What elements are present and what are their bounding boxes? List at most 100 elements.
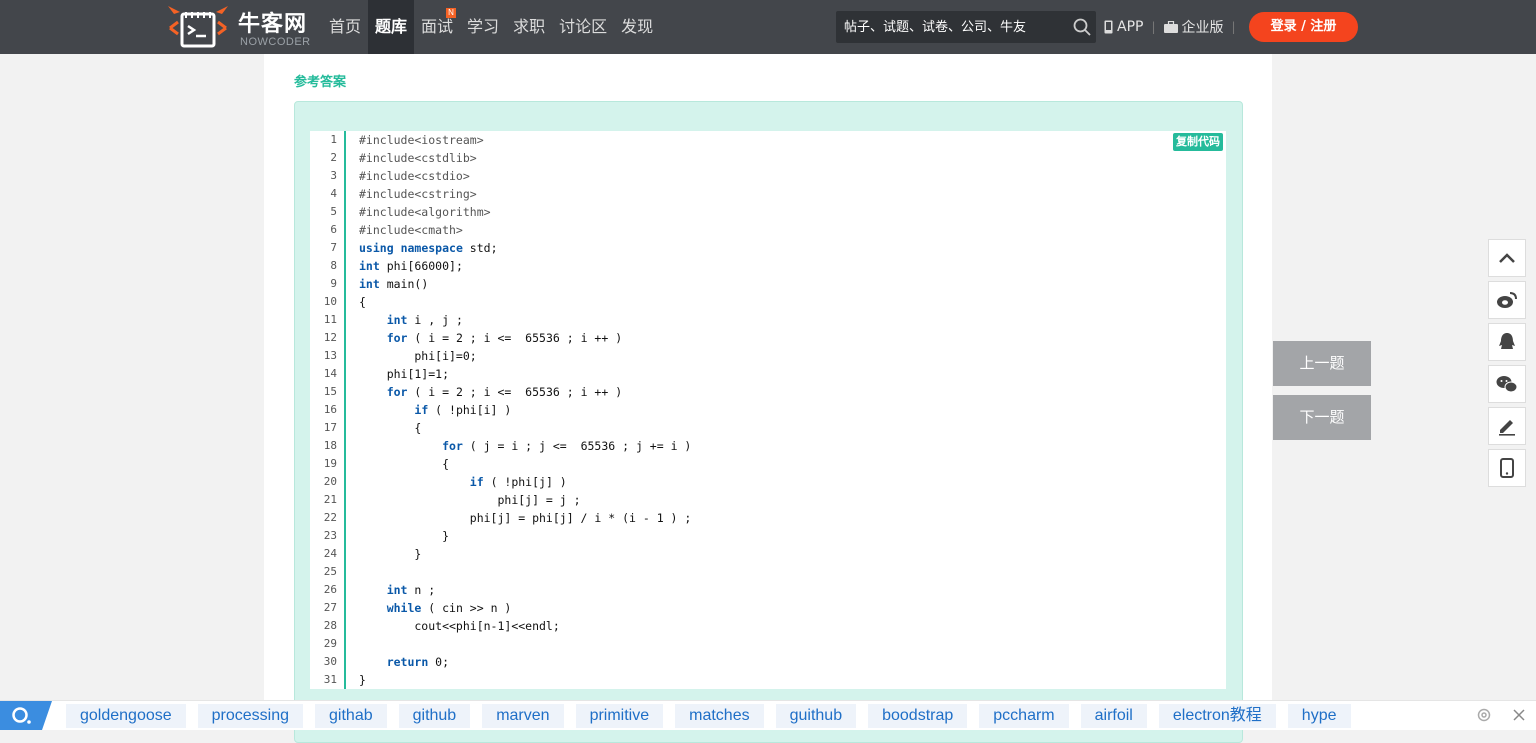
search-tag[interactable]: githab	[315, 704, 387, 728]
code-line: phi[i]=0;	[359, 349, 477, 363]
app-link[interactable]: APP	[1104, 19, 1143, 35]
briefcase-icon	[1163, 21, 1178, 33]
line-number: 11	[323, 313, 337, 326]
line-number: 30	[323, 655, 337, 668]
site-logo[interactable]: 牛客网 NOWCODER	[166, 4, 318, 50]
code-line: {	[359, 421, 422, 435]
next-question-button[interactable]: 下一题	[1273, 395, 1371, 440]
mobile-app-button[interactable]	[1488, 449, 1526, 487]
line-number: 10	[323, 295, 337, 308]
code-block[interactable]: 1 2 3 4 5 6 7 8 9 10 11 12 13 14 15 16 17 18 19 20 21 22 23 24 2…	[310, 131, 1226, 689]
search-tag[interactable]: guithub	[775, 704, 857, 728]
search-tag[interactable]: processing	[197, 704, 304, 728]
line-number: 1	[330, 133, 337, 146]
line-number: 27	[323, 601, 337, 614]
enterprise-label: 企业版	[1181, 20, 1224, 36]
code-line: #include<iostream>	[359, 133, 484, 147]
line-number: 24	[323, 547, 337, 560]
line-number: 17	[323, 421, 337, 434]
top-navbar: 牛客网 NOWCODER 首页 题库 面试N 学习 求职 讨论区 发现 APP …	[0, 0, 1536, 54]
divider: |	[1231, 20, 1236, 34]
code-line: while ( cin >> n )	[386, 601, 512, 615]
nav-label: 首页	[329, 17, 362, 36]
nav-item-discuss[interactable]: 讨论区	[552, 0, 614, 54]
app-label: APP	[1117, 19, 1144, 35]
line-number: 2	[330, 151, 337, 164]
settings-icon[interactable]	[1476, 707, 1492, 723]
search-box	[836, 11, 1096, 43]
mobile-icon	[1500, 458, 1514, 478]
line-number: 21	[323, 493, 337, 506]
line-number-gutter: 1 2 3 4 5 6 7 8 9 10 11 12 13 14 15 16 17 18 19 20 21 22 23 24 2…	[310, 131, 346, 689]
code-line: if ( !phi[i] )	[414, 403, 512, 417]
line-number: 19	[323, 457, 337, 470]
arrow-up-icon	[1499, 253, 1515, 263]
hot-search-tags: goldengoose processing githab github marven p…	[66, 704, 1351, 728]
search-icon[interactable]	[1072, 17, 1092, 37]
wechat-icon	[1496, 376, 1518, 393]
search-tag[interactable]: matches	[675, 704, 764, 728]
line-number: 9	[330, 277, 337, 290]
code-line: int main()	[359, 277, 429, 291]
login-register-button[interactable]: 登录 / 注册	[1249, 12, 1358, 42]
scroll-top-button[interactable]	[1488, 239, 1526, 277]
search-tag[interactable]: github	[398, 704, 471, 728]
code-line: #include<algorithm>	[359, 205, 491, 219]
nav-item-learn[interactable]: 学习	[460, 0, 506, 54]
search-tag[interactable]: goldengoose	[66, 704, 186, 728]
line-number: 28	[323, 619, 337, 632]
logo-text: 牛客网	[238, 12, 308, 37]
line-number: 22	[323, 511, 337, 524]
enterprise-link[interactable]: 企业版	[1163, 17, 1224, 37]
code-line: phi[j] = j ;	[359, 493, 581, 507]
search-tag[interactable]: airfoil	[1080, 704, 1147, 728]
nav-label: 题库	[375, 17, 408, 36]
code-line: #include<cstdlib>	[359, 151, 477, 165]
nav-item-home[interactable]: 首页	[322, 0, 368, 54]
code-line: phi[1]=1;	[359, 367, 450, 381]
code-line: phi[j] = phi[j] / i * (i - 1 ) ;	[359, 511, 692, 525]
search-tag[interactable]: hype	[1287, 704, 1351, 728]
nav-item-discover[interactable]: 发现	[614, 0, 660, 54]
line-number: 8	[330, 259, 337, 272]
code-line: }	[359, 673, 366, 687]
line-number: 26	[323, 583, 337, 596]
code-line: using namespace std;	[359, 241, 498, 255]
code-line: {	[359, 295, 366, 309]
search-input[interactable]	[844, 11, 1062, 43]
line-number: 20	[323, 475, 337, 488]
search-assistant-icon[interactable]	[0, 701, 52, 730]
search-tag[interactable]: marven	[482, 704, 564, 728]
line-number: 31	[323, 673, 337, 686]
nav-item-interview[interactable]: 面试 N	[414, 0, 460, 54]
code-line: }	[359, 529, 450, 543]
code-line: if ( !phi[j] )	[469, 475, 567, 489]
close-icon[interactable]	[1511, 707, 1527, 723]
line-number: 4	[330, 187, 337, 200]
code-line: cout<<phi[n-1]<<endl;	[359, 619, 560, 633]
share-qq-button[interactable]	[1488, 323, 1526, 361]
search-tag[interactable]: pccharm	[979, 704, 1069, 728]
line-number: 18	[323, 439, 337, 452]
share-wechat-button[interactable]	[1488, 365, 1526, 403]
search-tag[interactable]: boodstrap	[868, 704, 968, 728]
bottom-toolbar: goldengoose processing githab github marven p…	[0, 700, 1536, 730]
feedback-button[interactable]	[1488, 407, 1526, 445]
search-tag[interactable]: primitive	[575, 704, 664, 728]
share-weibo-button[interactable]	[1488, 281, 1526, 319]
main-content: 参考答案 1 2 3 4 5 6 7 8 9 10 11 12 13 14 15 16 17 18 19 20 21 22…	[264, 54, 1272, 743]
line-number: 25	[323, 565, 337, 578]
nav-item-question-bank[interactable]: 题库	[368, 0, 415, 54]
line-number: 16	[323, 403, 337, 416]
prev-question-button[interactable]: 上一题	[1273, 341, 1371, 386]
nav-item-jobs[interactable]: 求职	[506, 0, 552, 54]
line-number: 7	[330, 241, 337, 254]
copy-code-button[interactable]: 复制代码	[1173, 133, 1223, 151]
code-line: for ( i = 2 ; i <= 65536 ; i ++ )	[386, 331, 623, 345]
code-line: #include<cstdio>	[359, 169, 470, 183]
code-line: #include<cstring>	[359, 187, 477, 201]
line-number: 5	[330, 205, 337, 218]
search-tag[interactable]: electron教程	[1158, 704, 1276, 728]
line-number: 15	[323, 385, 337, 398]
nav-label: 讨论区	[559, 17, 608, 36]
